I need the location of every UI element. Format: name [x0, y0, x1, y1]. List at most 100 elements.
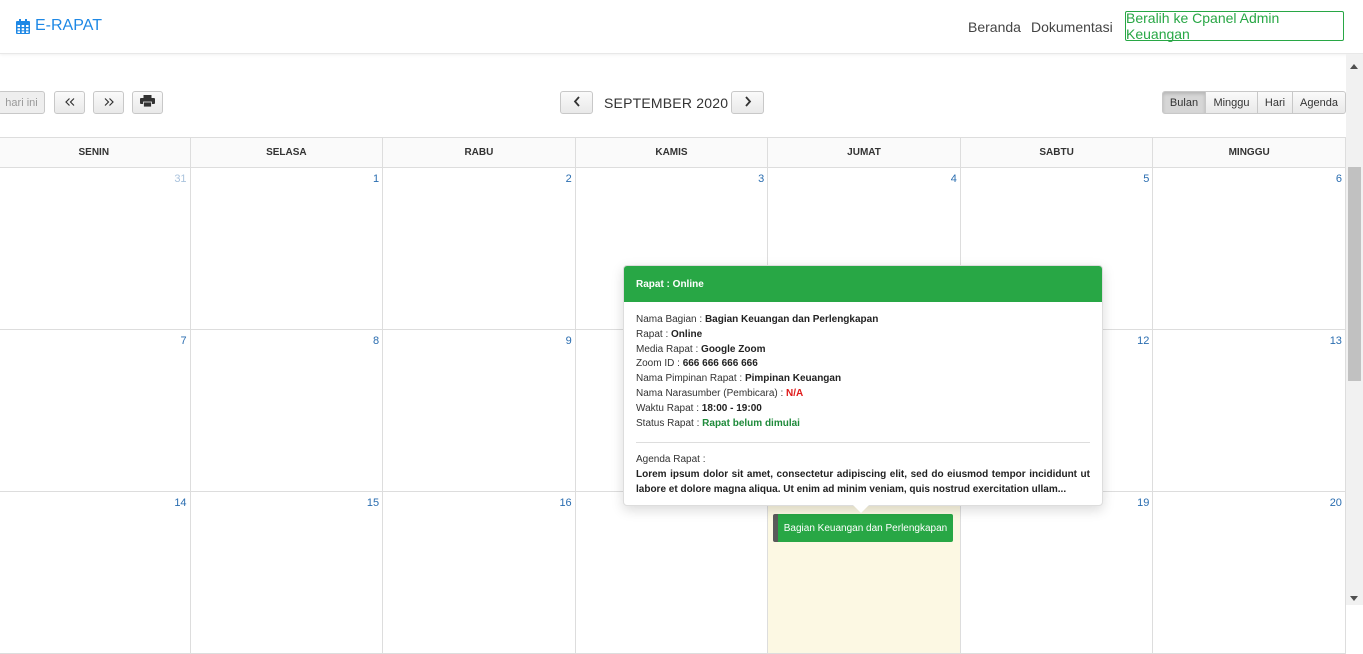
detail-row: Waktu Rapat : 18:00 - 19:00 — [636, 402, 1090, 417]
weekday-label: RABU — [383, 138, 576, 167]
day-number: 5 — [1143, 173, 1150, 185]
print-icon — [140, 95, 155, 110]
detail-row: Nama Narasumber (Pembicara) : N/A — [636, 387, 1090, 402]
day-cell[interactable]: 8 — [191, 330, 384, 491]
detail-row: Zoom ID : 666 666 666 666 — [636, 357, 1090, 372]
day-number: 19 — [1137, 497, 1150, 509]
event-popover: Rapat : Online Nama Bagian : Bagian Keua… — [623, 265, 1103, 506]
detail-label: Nama Pimpinan Rapat : — [636, 373, 745, 385]
print-button[interactable] — [132, 91, 163, 114]
detail-label: Zoom ID : — [636, 358, 683, 370]
double-chevron-right-icon — [104, 97, 114, 109]
day-cell[interactable]: 16 — [383, 492, 576, 653]
brand-link[interactable]: E-RAPAT — [16, 17, 102, 35]
detail-row: Nama Pimpinan Rapat : Pimpinan Keuangan — [636, 372, 1090, 387]
double-chevron-left-icon — [64, 97, 75, 109]
prev-month-button[interactable] — [560, 91, 593, 114]
view-switcher: Bulan Minggu Hari Agenda — [1162, 91, 1346, 114]
weekday-label: SELASA — [191, 138, 384, 167]
today-button[interactable]: hari ini — [0, 91, 45, 114]
scroll-down-icon[interactable] — [1350, 596, 1358, 601]
day-number: 20 — [1329, 497, 1342, 509]
day-cell[interactable]: 14 — [0, 492, 191, 653]
day-cell[interactable]: 2 — [383, 168, 576, 329]
weekday-label: MINGGU — [1153, 138, 1346, 167]
weekday-label: KAMIS — [576, 138, 769, 167]
status-value: Rapat belum dimulai — [702, 417, 800, 429]
day-cell[interactable]: 15 — [191, 492, 384, 653]
day-number: 8 — [373, 335, 380, 347]
day-cell[interactable]: 17 — [576, 492, 769, 653]
scroll-up-icon[interactable] — [1350, 64, 1358, 69]
detail-value: Pimpinan Keuangan — [744, 373, 842, 385]
calendar-event[interactable]: Bagian Keuangan dan Perlengkapan — [773, 514, 953, 542]
day-number: 4 — [950, 173, 957, 185]
detail-label: Waktu Rapat : — [636, 402, 702, 414]
brand-label: E-RAPAT — [35, 17, 102, 34]
top-navbar: E-RAPAT Beranda Dokumentasi Beralih ke C… — [0, 0, 1363, 54]
switch-cpanel-button[interactable]: Beralih ke Cpanel Admin Keuangan — [1125, 10, 1344, 42]
day-number: 12 — [1137, 335, 1150, 347]
weekday-header: SENIN SELASA RABU KAMIS JUMAT SABTU MING… — [0, 137, 1346, 168]
popover-body: Nama Bagian : Bagian Keuangan dan Perlen… — [624, 302, 1102, 509]
weekday-label: SENIN — [0, 138, 191, 167]
day-number: 31 — [174, 173, 187, 185]
divider — [636, 442, 1090, 444]
agenda-text: Lorem ipsum dolor sit amet, consectetur … — [636, 469, 1090, 495]
day-number: 16 — [559, 497, 572, 509]
scrollbar-thumb[interactable] — [1348, 167, 1361, 381]
day-number: 14 — [174, 497, 187, 509]
week-row: 14 15 16 17 18 19 20 — [0, 492, 1346, 654]
day-number: 3 — [758, 173, 765, 185]
detail-label: Nama Narasumber (Pembicara) : — [636, 387, 787, 399]
vertical-scrollbar[interactable] — [1346, 54, 1363, 605]
detail-row: Rapat : Online — [636, 328, 1090, 343]
nav-beranda[interactable]: Beranda — [968, 19, 1021, 35]
day-number: 6 — [1335, 173, 1342, 185]
prev-year-button[interactable] — [54, 91, 85, 114]
day-number: 1 — [373, 173, 380, 185]
chevron-left-icon — [573, 95, 581, 110]
day-number: 2 — [565, 173, 572, 185]
weekday-label: SABTU — [961, 138, 1154, 167]
day-number: 13 — [1329, 335, 1342, 347]
day-number: 9 — [565, 335, 572, 347]
detail-value: 666 666 666 666 — [682, 358, 758, 370]
detail-value: 18:00 - 19:00 — [701, 402, 762, 414]
day-cell[interactable]: 1 — [191, 168, 384, 329]
day-cell[interactable]: 19 — [961, 492, 1154, 653]
detail-label: Status Rapat : — [636, 417, 703, 429]
popover-title: Rapat : Online — [624, 266, 1102, 302]
detail-label: Media Rapat : — [636, 343, 702, 355]
day-cell[interactable]: 6 — [1153, 168, 1346, 329]
calendar-icon — [16, 18, 30, 34]
popover-arrow — [853, 505, 869, 513]
detail-row: Media Rapat : Google Zoom — [636, 343, 1090, 358]
weekday-label: JUMAT — [768, 138, 961, 167]
view-day-button[interactable]: Hari — [1258, 91, 1293, 114]
day-number: 7 — [180, 335, 187, 347]
next-year-button[interactable] — [93, 91, 124, 114]
day-cell[interactable]: 31 — [0, 168, 191, 329]
day-cell[interactable]: 9 — [383, 330, 576, 491]
view-week-button[interactable]: Minggu — [1206, 91, 1258, 114]
detail-label: Nama Bagian : — [636, 314, 705, 325]
day-cell[interactable]: 20 — [1153, 492, 1346, 653]
next-month-button[interactable] — [731, 91, 764, 114]
view-agenda-button[interactable]: Agenda — [1293, 91, 1346, 114]
detail-row: Nama Bagian : Bagian Keuangan dan Perlen… — [636, 313, 1090, 328]
agenda-label: Agenda Rapat : — [636, 454, 706, 466]
day-number: 15 — [366, 497, 380, 509]
view-month-button[interactable]: Bulan — [1162, 91, 1206, 114]
day-cell[interactable]: 13 — [1153, 330, 1346, 491]
month-title: SEPTEMBER 2020 — [604, 95, 729, 111]
detail-value: Google Zoom — [701, 343, 766, 355]
nav-dokumentasi[interactable]: Dokumentasi — [1031, 19, 1113, 35]
chevron-right-icon — [744, 95, 752, 110]
detail-value: Online — [671, 328, 703, 340]
detail-label: Rapat : — [636, 328, 672, 340]
detail-value: Bagian Keuangan dan Perlengkapan — [704, 314, 879, 325]
detail-value: N/A — [786, 387, 804, 399]
detail-row: Status Rapat : Rapat belum dimulai — [636, 417, 1090, 432]
day-cell[interactable]: 7 — [0, 330, 191, 491]
